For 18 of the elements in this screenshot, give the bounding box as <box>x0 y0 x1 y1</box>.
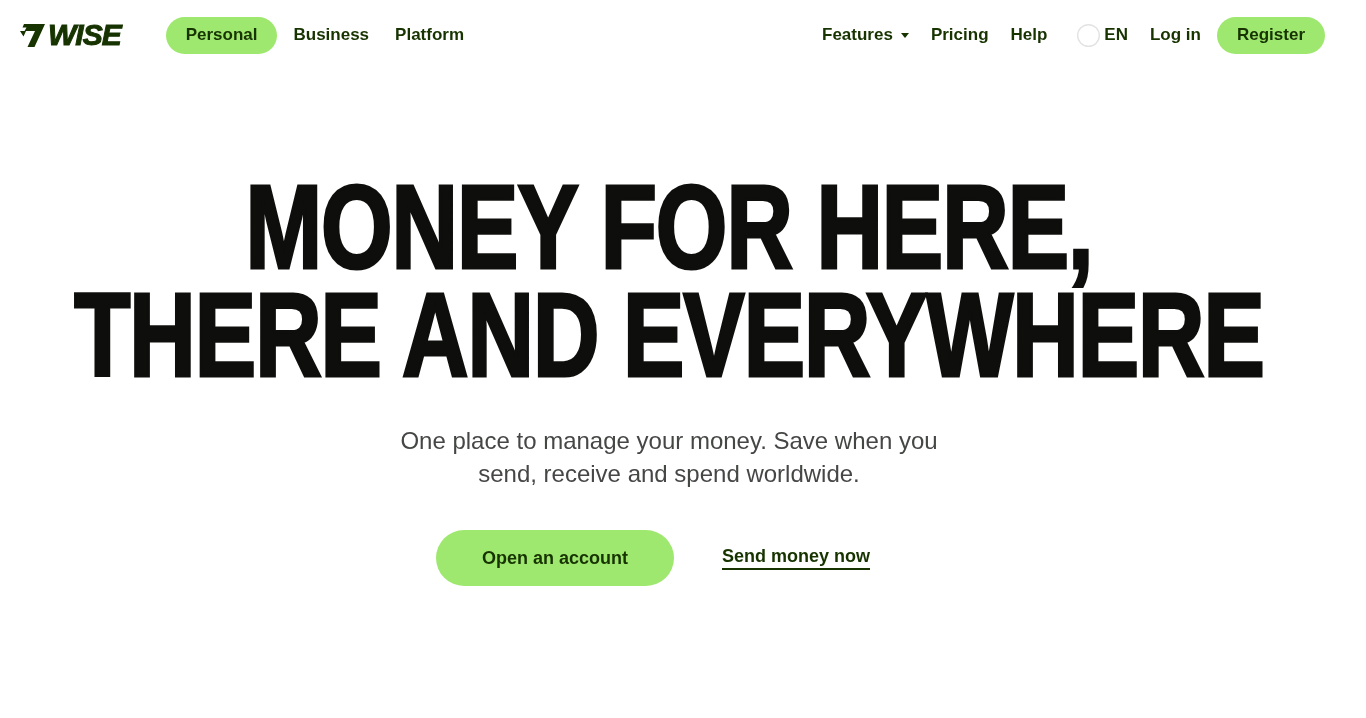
nav-tab[interactable]: Personal <box>165 16 278 54</box>
logo-link[interactable]: WISE <box>20 20 121 50</box>
register-button[interactable]: Register <box>1216 16 1325 54</box>
nav-dropdown[interactable]: Features <box>812 16 919 54</box>
hero-headline: MONEY FOR HERE, <box>245 179 1093 289</box>
nav-tab[interactable]: Platform <box>383 16 477 54</box>
nav-tab[interactable]: Business <box>281 16 382 54</box>
open-account-button[interactable]: Open an account <box>436 530 674 586</box>
language-circle-icon <box>1077 23 1101 47</box>
caret-icon <box>900 32 909 38</box>
hero-subtitle: One place to manage your money. Save when you send, receive and spend worldwide. <box>399 426 939 489</box>
logo-mark-icon <box>20 23 45 47</box>
login-link[interactable]: Log in <box>1140 16 1211 54</box>
nav-link[interactable]: Help <box>1000 16 1058 54</box>
hero-headline: THERE AND EVERYWHERE <box>74 287 1264 397</box>
language-button[interactable]: EN <box>1067 16 1138 54</box>
nav-link[interactable]: Pricing <box>920 16 999 54</box>
send-money-link[interactable]: Send money now <box>722 546 870 570</box>
